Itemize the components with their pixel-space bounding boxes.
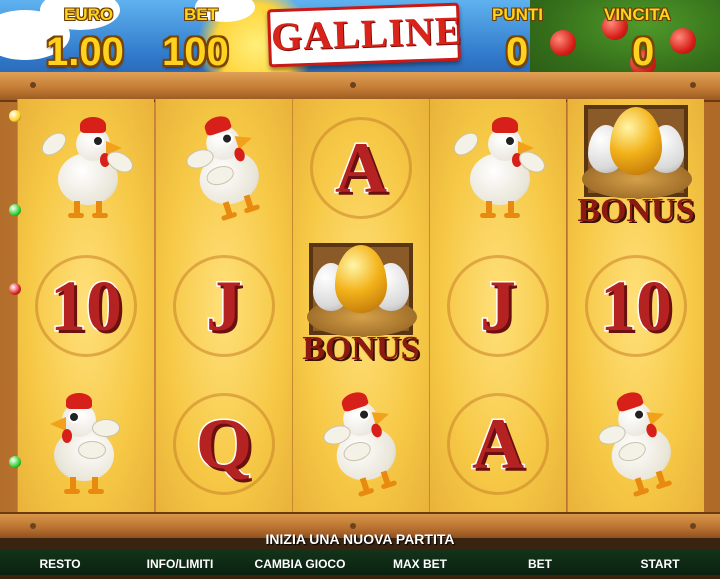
chicken-scared-icon (296, 376, 425, 512)
bet-value: 100 (162, 30, 229, 74)
reel-symbol (18, 99, 154, 237)
card-symbol: A (310, 117, 412, 219)
bonus-egg-icon: BONUS (293, 237, 429, 375)
cambia-gioco-button[interactable]: CAMBIA GIOCO (240, 549, 360, 575)
game-logo: GALLINE (267, 2, 464, 68)
bonus-label: BONUS (576, 191, 695, 230)
card-symbol: Q (172, 393, 275, 495)
reel-symbol: J (430, 237, 566, 375)
bonus-egg-icon: BONUS (568, 99, 704, 237)
card-symbol-text: Q (194, 404, 253, 484)
payline-gem-icon (9, 110, 21, 122)
card-symbol-text: J (205, 266, 244, 346)
reel-1: 10 (17, 99, 154, 513)
reel-symbol: J (156, 237, 292, 375)
reel-symbol: A (293, 99, 429, 237)
payline-gem-icon (9, 204, 21, 216)
euro-label: EURO (64, 5, 114, 24)
card-symbol: J (173, 255, 275, 357)
card-symbol-text: A (334, 128, 389, 208)
reel-symbol (430, 99, 566, 237)
button-bar: RESTO INFO/LIMITI CAMBIA GIOCO MAX BET B… (0, 549, 720, 575)
reel-5: BONUS 10 (567, 99, 704, 513)
chicken-scared-icon (571, 376, 700, 512)
reel-symbol: BONUS (293, 237, 429, 375)
reel-symbol: Q (156, 375, 292, 513)
reel-2: JQ (155, 99, 292, 513)
card-symbol: J (447, 255, 549, 357)
bonus-label: BONUS (301, 329, 420, 368)
chicken-scared-icon (159, 100, 288, 236)
chicken-happy-icon (448, 113, 549, 223)
reel-3: A BONUS (292, 99, 429, 513)
reel-symbol: 10 (568, 237, 704, 375)
card-symbol-text: 10 (49, 266, 124, 346)
max-bet-button[interactable]: MAX BET (360, 549, 480, 575)
reel-symbol: BONUS (568, 99, 704, 237)
card-symbol: 10 (585, 255, 687, 357)
info-limiti-button[interactable]: INFO/LIMITI (120, 549, 240, 575)
card-symbol-text: 10 (599, 266, 674, 346)
punti-value: 0 (506, 30, 529, 74)
vincita-label: VINCITA (604, 5, 671, 24)
game-title: GALLINE (270, 7, 464, 60)
card-symbol: 10 (35, 255, 137, 357)
punti-label: PUNTI (492, 5, 543, 24)
status-message: INIZIA UNA NUOVA PARTITA (265, 531, 455, 547)
bet-button[interactable]: BET (480, 549, 600, 575)
reel-symbol (156, 99, 292, 237)
card-symbol-text: J (479, 266, 518, 346)
card-symbol: A (447, 393, 549, 495)
reel-4: JA (429, 99, 566, 513)
card-symbol-text: A (471, 404, 526, 484)
vincita-value: 0 (632, 30, 655, 74)
bet-label: BET (184, 5, 218, 24)
reel-symbol: 10 (18, 237, 154, 375)
chicken-happy-icon (36, 113, 137, 223)
chicken-walking-icon (36, 389, 136, 499)
reel-symbol (568, 375, 704, 513)
euro-value: 1.00 (46, 30, 124, 74)
reel-symbol (18, 375, 154, 513)
top-plank (0, 72, 720, 102)
payline-gem-icon (9, 456, 21, 468)
start-button[interactable]: START (600, 549, 720, 575)
reel-symbol (293, 375, 429, 513)
payline-gem-icon (9, 283, 21, 295)
reel-symbol: A (430, 375, 566, 513)
resto-button[interactable]: RESTO (0, 549, 120, 575)
